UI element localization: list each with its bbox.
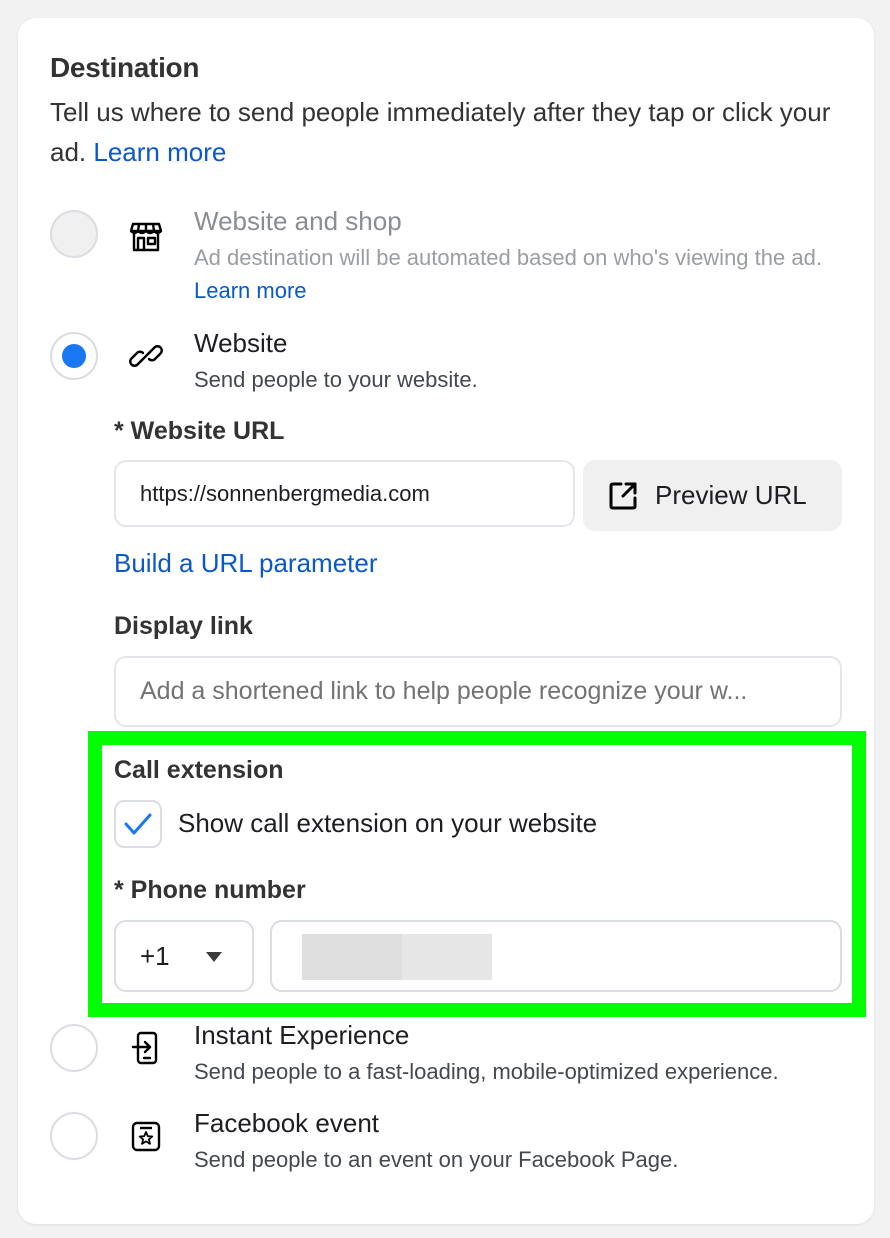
build-url-parameter-link[interactable]: Build a URL parameter bbox=[114, 548, 378, 579]
radio-facebook-event[interactable] bbox=[50, 1112, 98, 1160]
caret-down-icon bbox=[206, 952, 222, 962]
website-url-label: * Website URL bbox=[114, 417, 285, 445]
phone-number-label: * Phone number bbox=[114, 876, 306, 904]
option-desc-facebook-event: Send people to an event on your Facebook… bbox=[194, 1147, 679, 1172]
country-code-value: +1 bbox=[140, 940, 170, 971]
display-link-input[interactable]: Add a shortened link to help people reco… bbox=[114, 656, 842, 727]
option-label-website: Website bbox=[194, 328, 288, 358]
show-call-extension-label: Show call extension on your website bbox=[178, 808, 598, 838]
option-desc-website: Send people to your website. bbox=[194, 367, 478, 392]
option-desc-text: Ad destination will be automated based o… bbox=[194, 245, 822, 270]
option-desc-instant-experience: Send people to a fast-loading, mobile-op… bbox=[194, 1059, 779, 1084]
option-label-instant-experience: Instant Experience bbox=[194, 1020, 410, 1050]
country-code-select[interactable]: +1 bbox=[114, 920, 254, 992]
preview-url-button[interactable]: Preview URL bbox=[583, 460, 842, 531]
radio-selected-dot bbox=[62, 344, 86, 368]
option-desc-website-and-shop: Ad destination will be automated based o… bbox=[194, 241, 844, 307]
section-title: Destination bbox=[50, 52, 200, 83]
option-label-website-and-shop: Website and shop bbox=[194, 206, 402, 236]
radio-instant-experience[interactable] bbox=[50, 1024, 98, 1072]
learn-more-link[interactable]: Learn more bbox=[93, 137, 226, 167]
learn-more-link-shop[interactable]: Learn more bbox=[194, 278, 307, 303]
section-description: Tell us where to send people immediately… bbox=[50, 92, 850, 172]
show-call-extension-checkbox[interactable] bbox=[114, 800, 162, 848]
external-link-icon bbox=[609, 482, 637, 509]
phone-number-input[interactable] bbox=[270, 920, 842, 992]
radio-website[interactable] bbox=[50, 332, 98, 380]
display-link-label: Display link bbox=[114, 612, 253, 640]
shop-icon bbox=[128, 218, 164, 254]
event-star-icon bbox=[128, 1118, 164, 1154]
redacted-phone-value bbox=[302, 934, 492, 980]
link-icon bbox=[128, 338, 164, 374]
preview-url-label: Preview URL bbox=[655, 480, 807, 510]
radio-website-and-shop[interactable] bbox=[50, 210, 98, 258]
website-url-input[interactable]: https://sonnenbergmedia.com bbox=[114, 460, 575, 527]
call-extension-title: Call extension bbox=[114, 756, 284, 784]
mobile-enter-icon bbox=[128, 1030, 164, 1066]
checkmark-icon bbox=[124, 813, 152, 835]
option-label-facebook-event: Facebook event bbox=[194, 1108, 380, 1138]
